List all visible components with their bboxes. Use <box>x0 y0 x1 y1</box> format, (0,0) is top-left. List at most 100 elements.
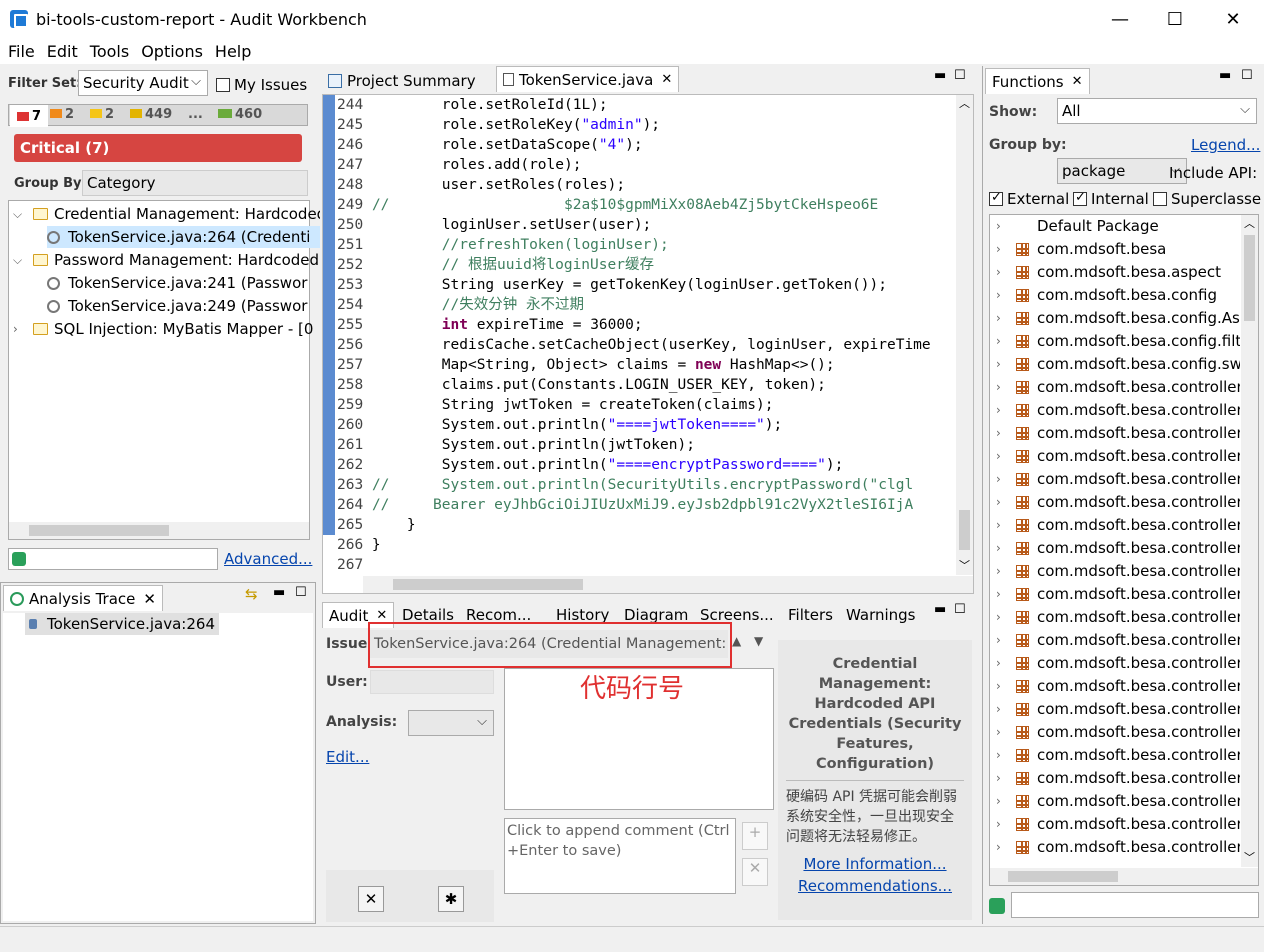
scroll-thumb[interactable] <box>959 510 970 550</box>
low-tab[interactable]: 449 <box>130 107 172 122</box>
close-icon[interactable]: ✕ <box>376 608 387 623</box>
minimize-button[interactable]: — <box>1095 0 1145 38</box>
tree-issue[interactable]: TokenService.java:249 (Passwor <box>47 295 307 317</box>
package-hscrollbar[interactable] <box>990 868 1258 885</box>
package-item[interactable]: › com.mdsoft.besa.controller <box>996 790 1240 812</box>
package-item[interactable]: › com.mdsoft.besa.aspect <box>996 261 1221 283</box>
chevron-right-icon[interactable]: › <box>996 656 1006 670</box>
user-field[interactable] <box>370 670 494 694</box>
package-vscrollbar[interactable]: ︿ ﹀ <box>1241 215 1258 867</box>
group-by-select[interactable]: Category <box>82 170 308 196</box>
filter-set-select[interactable]: Security Audit ⌵ <box>78 70 208 96</box>
package-item[interactable]: › com.mdsoft.besa.controller <box>996 698 1240 720</box>
maximize-button[interactable]: ☐ <box>1150 0 1200 38</box>
package-item[interactable]: › Default Package <box>996 215 1159 237</box>
chevron-right-icon[interactable]: › <box>996 748 1006 762</box>
tree-folder-password[interactable]: ⌵ Password Management: Hardcoded <box>13 249 319 271</box>
chevron-right-icon[interactable]: › <box>996 357 1006 371</box>
minimize-icon[interactable]: ▬ <box>1219 68 1231 83</box>
next-issue-icon[interactable]: ▼ <box>754 634 763 648</box>
chevron-right-icon[interactable]: › <box>996 794 1006 808</box>
search-input[interactable] <box>8 548 218 570</box>
show-select[interactable]: All ⌵ <box>1057 98 1257 124</box>
package-item[interactable]: › com.mdsoft.besa.controller <box>996 629 1240 651</box>
menu-help[interactable]: Help <box>207 42 255 61</box>
chevron-right-icon[interactable]: › <box>996 265 1006 279</box>
tree-issue[interactable]: TokenService.java:241 (Passwor <box>47 272 307 294</box>
maximize-icon[interactable]: ☐ <box>954 68 966 83</box>
critical-tab[interactable]: 7 <box>10 105 48 127</box>
chevron-right-icon[interactable]: › <box>996 840 1006 854</box>
chevron-right-icon[interactable]: › <box>996 449 1006 463</box>
swap-icon[interactable]: ⇆ <box>245 585 258 603</box>
more-info-link[interactable]: More Information... <box>778 855 972 873</box>
clear-comment-icon[interactable]: ✕ <box>742 858 768 886</box>
package-item[interactable]: › com.mdsoft.besa.controller <box>996 399 1240 421</box>
legend-link[interactable]: Legend... <box>1191 136 1260 154</box>
chevron-right-icon[interactable]: › <box>996 288 1006 302</box>
package-item[interactable]: › com.mdsoft.besa.controller <box>996 537 1240 559</box>
minimize-icon[interactable]: ▬ <box>934 68 946 83</box>
package-item[interactable]: › com.mdsoft.besa.controller <box>996 675 1240 697</box>
tab-analysis-trace[interactable]: Analysis Trace ✕ <box>3 585 163 611</box>
editor-hscrollbar[interactable] <box>363 576 973 593</box>
package-item[interactable]: › com.mdsoft.besa.controller <box>996 422 1240 444</box>
trace-item[interactable]: TokenService.java:264 <box>25 613 219 635</box>
tree-folder-sql[interactable]: › SQL Injection: MyBatis Mapper - [0 <box>13 318 313 340</box>
recommendations-link[interactable]: Recommendations... <box>778 877 972 895</box>
chevron-right-icon[interactable]: › <box>996 541 1006 555</box>
scroll-up-icon[interactable]: ︿ <box>959 95 970 111</box>
advanced-link[interactable]: Advanced... <box>224 550 312 568</box>
chevron-right-icon[interactable]: › <box>996 587 1006 601</box>
tree-issue-selected[interactable]: TokenService.java:264 (Credenti <box>47 226 331 248</box>
scroll-up-icon[interactable]: ︿ <box>1244 215 1255 231</box>
menu-file[interactable]: File <box>0 42 39 61</box>
close-icon[interactable]: ✕ <box>1072 74 1083 89</box>
package-item[interactable]: › com.mdsoft.besa.controller <box>996 652 1240 674</box>
bug-icon[interactable]: ✱ <box>438 886 464 912</box>
package-item[interactable]: › com.mdsoft.besa.controller <box>996 445 1240 467</box>
package-item[interactable]: › com.mdsoft.besa.controller <box>996 744 1240 766</box>
edit-link[interactable]: Edit... <box>326 748 369 766</box>
tree-hscrollbar[interactable] <box>9 522 309 539</box>
superclass-checkbox[interactable]: Superclasse <box>1153 190 1263 208</box>
chevron-right-icon[interactable]: › <box>996 633 1006 647</box>
package-item[interactable]: › com.mdsoft.besa.controller <box>996 491 1240 513</box>
close-button[interactable]: ✕ <box>1208 0 1258 38</box>
tab-project-summary[interactable]: Project Summary <box>322 68 482 94</box>
all-tab[interactable]: 460 <box>218 107 262 122</box>
analysis-select[interactable]: ⌵ <box>408 710 494 736</box>
tab-tokenservice[interactable]: TokenService.java ✕ <box>496 66 680 92</box>
chevron-right-icon[interactable]: › <box>996 679 1006 693</box>
package-item[interactable]: › com.mdsoft.besa.controller <box>996 767 1240 789</box>
scroll-down-icon[interactable]: ﹀ <box>1244 849 1255 865</box>
scroll-thumb[interactable] <box>29 525 169 536</box>
maximize-icon[interactable]: ☐ <box>295 585 307 600</box>
chevron-right-icon[interactable]: › <box>996 403 1006 417</box>
append-comment-icon[interactable]: + <box>742 822 768 850</box>
package-item[interactable]: › com.mdsoft.besa.config.Asy <box>996 307 1240 329</box>
package-item[interactable]: › com.mdsoft.besa <box>996 238 1166 260</box>
package-item[interactable]: › com.mdsoft.besa.controller <box>996 468 1240 490</box>
minimize-icon[interactable]: ▬ <box>934 602 946 617</box>
maximize-icon[interactable]: ☐ <box>1241 68 1253 83</box>
chevron-right-icon[interactable]: › <box>996 334 1006 348</box>
my-issues-checkbox[interactable]: My Issues <box>216 76 307 94</box>
chevron-right-icon[interactable]: › <box>996 564 1006 578</box>
external-checkbox[interactable]: External <box>989 190 1069 208</box>
chevron-right-icon[interactable]: › <box>996 380 1006 394</box>
menu-tools[interactable]: Tools <box>82 42 133 61</box>
package-item[interactable]: › com.mdsoft.besa.controller <box>996 583 1240 605</box>
chevron-right-icon[interactable]: › <box>996 495 1006 509</box>
internal-checkbox[interactable]: Internal <box>1073 190 1149 208</box>
tab-functions[interactable]: Functions ✕ <box>985 68 1090 94</box>
package-item[interactable]: › com.mdsoft.besa.controller <box>996 560 1240 582</box>
scroll-thumb[interactable] <box>1244 235 1255 321</box>
maximize-icon[interactable]: ☐ <box>954 602 966 617</box>
group-select[interactable]: package ⌵ <box>1057 158 1187 184</box>
high-tab[interactable]: 2 <box>50 107 74 122</box>
scroll-down-icon[interactable]: ﹀ <box>959 557 970 573</box>
medium-tab[interactable]: 2 <box>90 107 114 122</box>
functions-search-input[interactable] <box>1011 892 1259 918</box>
chevron-right-icon[interactable]: › <box>996 472 1006 486</box>
